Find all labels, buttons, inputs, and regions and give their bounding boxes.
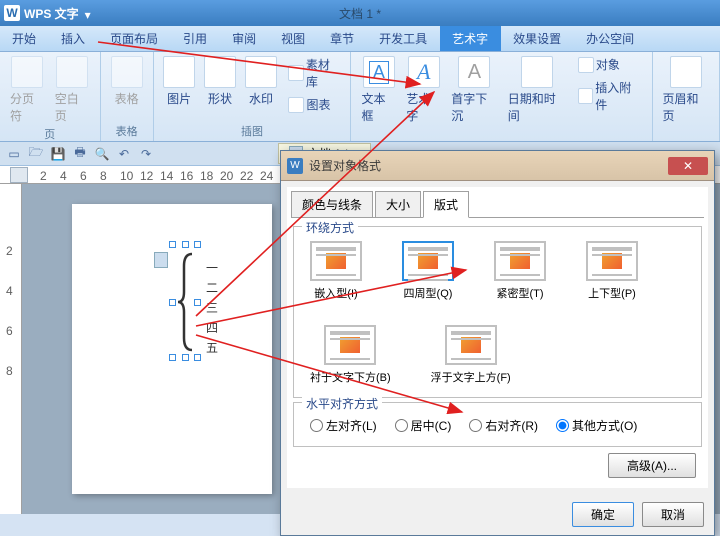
wrap-opt-5[interactable]: 浮于文字上方(F) (431, 325, 511, 385)
align-0[interactable]: 左对齐(L) (310, 417, 377, 434)
menu-引用[interactable]: 引用 (171, 26, 220, 51)
tab-大小[interactable]: 大小 (375, 191, 421, 218)
qat-print-icon[interactable]: 🖶 (70, 144, 90, 164)
wrap-opt-4[interactable]: 衬于文字下方(B) (310, 325, 391, 385)
align-legend: 水平对齐方式 (302, 395, 382, 412)
wrap-opt-1[interactable]: 四周型(Q) (402, 241, 454, 301)
align-fieldset: 水平对齐方式 左对齐(L) 居中(C) 右对齐(R) 其他方式(O) (293, 402, 702, 447)
app-logo: W (4, 5, 20, 21)
ribbon-空白页[interactable]: 空白页 (51, 54, 94, 126)
ribbon-素材库[interactable]: 素材库 (284, 54, 344, 92)
tab-颜色与线条[interactable]: 颜色与线条 (291, 191, 373, 218)
qat-new-icon[interactable]: ▭ (4, 144, 24, 164)
bracket-shape (178, 252, 198, 352)
menu-开始[interactable]: 开始 (0, 26, 49, 51)
ribbon: 分页符空白页页表格表格图片形状水印素材库图表插图A文本框A艺术字A首字下沉日期和… (0, 52, 720, 142)
menu-章节[interactable]: 章节 (318, 26, 367, 51)
advanced-button[interactable]: 高级(A)... (608, 453, 696, 478)
wrap-opt-0[interactable]: 嵌入型(I) (310, 241, 362, 301)
ribbon-文本框[interactable]: A文本框 (357, 54, 400, 126)
handle-se[interactable] (194, 354, 201, 361)
menu-艺术字[interactable]: 艺术字 (440, 26, 501, 51)
dialog-titlebar[interactable]: W 设置对象格式 ✕ (281, 151, 714, 181)
page: 一二三四五 (72, 204, 272, 494)
format-object-dialog: W 设置对象格式 ✕ 颜色与线条大小版式 环绕方式 嵌入型(I) 四周型(Q) 紧密… (280, 150, 715, 536)
qat-preview-icon[interactable]: 🔍 (92, 144, 112, 164)
ribbon-日期和时间[interactable]: 日期和时间 (504, 54, 570, 126)
app-name: WPS 文字 (24, 5, 79, 22)
menu-开发工具[interactable]: 开发工具 (367, 26, 440, 51)
doc-title: 文档 1 * (339, 5, 381, 22)
handle-w[interactable] (169, 299, 176, 306)
wrap-opt-3[interactable]: 上下型(P) (586, 241, 638, 301)
handle-nw[interactable] (169, 241, 176, 248)
dialog-tabs: 颜色与线条大小版式 (291, 191, 704, 218)
handle-s[interactable] (182, 354, 189, 361)
menu-审阅[interactable]: 审阅 (220, 26, 269, 51)
menu-办公空间[interactable]: 办公空间 (574, 26, 647, 51)
align-3[interactable]: 其他方式(O) (556, 417, 637, 434)
vertical-ruler: 2468 (0, 184, 22, 514)
bracket-text: 一二三四五 (206, 258, 218, 358)
ribbon-对象[interactable]: 对象 (574, 54, 646, 75)
handle-sw[interactable] (169, 354, 176, 361)
advanced-row: 高级(A)... (291, 451, 704, 484)
menu-效果设置[interactable]: 效果设置 (501, 26, 574, 51)
menu-视图[interactable]: 视图 (269, 26, 318, 51)
ribbon-形状[interactable]: 形状 (201, 54, 240, 109)
page-stub-icon (154, 252, 168, 268)
wrap-options: 嵌入型(I) 四周型(Q) 紧密型(T) 上下型(P) 衬于文字下方(B) 浮于文字上方(… (302, 237, 693, 389)
bracket-object[interactable]: 一二三四五 (172, 244, 272, 364)
qat-undo-icon[interactable]: ↶ (114, 144, 134, 164)
ribbon-页眉和页[interactable]: 页眉和页 (659, 54, 714, 126)
qat-open-icon[interactable]: 🗁 (26, 144, 46, 164)
ribbon-表格[interactable]: 表格 (107, 54, 147, 109)
title-bar: W WPS 文字 ▾ 文档 1 * (0, 0, 720, 26)
wrap-legend: 环绕方式 (302, 219, 358, 236)
wrap-opt-2[interactable]: 紧密型(T) (494, 241, 546, 301)
menu-插入[interactable]: 插入 (49, 26, 98, 51)
title-dropdown-icon[interactable]: ▾ (85, 8, 95, 18)
qat-redo-icon[interactable]: ↷ (136, 144, 156, 164)
menu-bar: 开始插入页面布局引用审阅视图章节开发工具艺术字效果设置办公空间 (0, 26, 720, 52)
align-1[interactable]: 居中(C) (395, 417, 452, 434)
dialog-close-button[interactable]: ✕ (668, 157, 708, 175)
dialog-body: 颜色与线条大小版式 环绕方式 嵌入型(I) 四周型(Q) 紧密型(T) 上下型(P) 衬… (287, 187, 708, 488)
dialog-logo-icon: W (287, 158, 303, 174)
ribbon-艺术字[interactable]: A艺术字 (402, 54, 445, 126)
handle-n[interactable] (182, 241, 189, 248)
align-options: 左对齐(L) 居中(C) 右对齐(R) 其他方式(O) (302, 413, 693, 438)
wrap-fieldset: 环绕方式 嵌入型(I)四周型(Q)紧密型(T)上下型(P)衬于文字下方(B)浮于… (293, 226, 702, 398)
ribbon-插入附件[interactable]: 插入附件 (574, 77, 646, 115)
qat-save-icon[interactable]: 💾 (48, 144, 68, 164)
menu-页面布局[interactable]: 页面布局 (98, 26, 171, 51)
ribbon-水印[interactable]: 水印 (242, 54, 281, 109)
align-2[interactable]: 右对齐(R) (469, 417, 538, 434)
ribbon-分页符[interactable]: 分页符 (6, 54, 49, 126)
tab-版式[interactable]: 版式 (423, 191, 469, 218)
handle-ne[interactable] (194, 241, 201, 248)
ribbon-图片[interactable]: 图片 (160, 54, 199, 109)
ribbon-图表[interactable]: 图表 (284, 94, 344, 115)
ruler-corner (10, 167, 28, 183)
ribbon-首字下沉[interactable]: A首字下沉 (447, 54, 502, 126)
dialog-title: 设置对象格式 (309, 157, 668, 174)
